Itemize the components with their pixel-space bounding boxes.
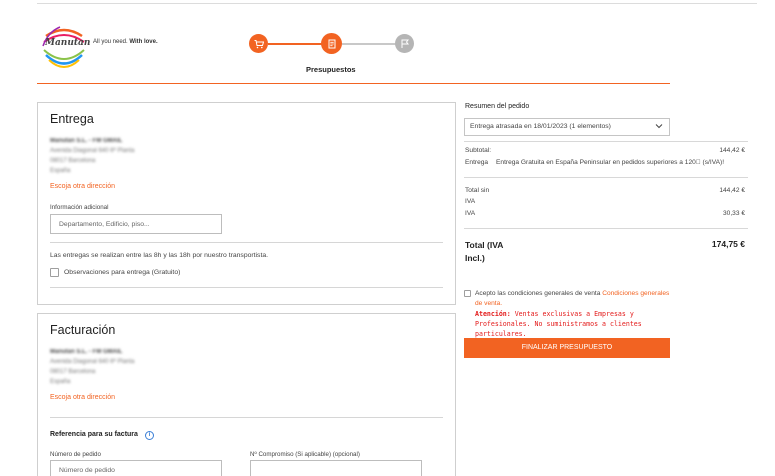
conditions-text: Acepto las condiciones generales de vent… — [475, 290, 670, 307]
total-value: 174,75 € — [711, 239, 745, 249]
info-icon[interactable]: i — [145, 431, 154, 440]
header-divider — [37, 83, 670, 84]
iva-label: IVA — [465, 198, 476, 205]
billing-title: Facturación — [50, 323, 116, 337]
summary-divider-2 — [464, 177, 748, 178]
billing-change-address-link[interactable]: Escoja otra dirección — [50, 394, 115, 401]
progress-line-done — [268, 43, 322, 45]
observations-checkbox[interactable] — [50, 268, 59, 277]
step-finish[interactable] — [395, 34, 414, 53]
flag-icon — [401, 39, 409, 48]
total-label: Total (IVA Incl.) — [465, 240, 504, 263]
delivery-note: Las entregas se realizan entre las 8h y … — [50, 252, 269, 259]
progress-line-pending — [342, 43, 396, 45]
logo-text: Manutan — [45, 38, 91, 48]
chevron-down-icon — [655, 124, 663, 129]
billing-divider — [50, 417, 443, 418]
delivery-value: Entrega Gratuita en España Peninsular en… — [496, 159, 725, 166]
delivery-title: Entrega — [50, 112, 94, 126]
delivery-label: Entrega — [465, 159, 489, 166]
order-number-input[interactable]: Número de pedido — [50, 460, 222, 476]
tagline: All you need. With love. — [93, 39, 158, 45]
delivery-change-address-link[interactable]: Escoja otra dirección — [50, 183, 115, 190]
additional-info-label: Información adicional — [50, 204, 109, 211]
step-label: Presupuestos — [306, 65, 356, 74]
billing-address: Manutan S.L. - FM GMAIL Avenida Diagonal… — [50, 349, 135, 385]
iva-label-2: IVA — [465, 210, 476, 217]
delivery-select[interactable]: Entrega atrasada en 18/01/2023 (1 elemen… — [464, 118, 670, 136]
finalize-quote-button[interactable]: FINALIZAR PRESUPUESTO — [464, 338, 670, 358]
cart-icon — [254, 39, 264, 48]
invoice-reference-label: Referencia para su factura — [50, 431, 138, 438]
summary-divider-3 — [464, 228, 748, 229]
total-sin-label: Total sin — [465, 187, 490, 194]
delivery-divider — [50, 242, 443, 243]
delivery-select-value: Entrega atrasada en 18/01/2023 (1 elemen… — [470, 123, 611, 130]
summary-title: Resumen del pedido — [465, 103, 530, 110]
commitment-label: Nº Compromiso (Si aplicable) (opcional) — [250, 451, 360, 458]
billing-panel: Facturación Manutan S.L. - FM GMAIL Aven… — [37, 313, 456, 476]
step-quote[interactable] — [321, 33, 342, 54]
document-icon — [328, 39, 335, 48]
top-rule — [37, 3, 757, 4]
summary-divider-1 — [464, 141, 748, 142]
delivery-panel: Entrega Manutan S.L. - FM GMAIL Avenida … — [37, 102, 456, 305]
commitment-input[interactable] — [250, 460, 422, 476]
delivery-address: Manutan S.L. - FM GMAIL Avenida Diagonal… — [50, 138, 135, 174]
step-cart[interactable] — [249, 34, 268, 53]
accept-conditions-checkbox[interactable] — [464, 290, 471, 297]
total-sin-value: 144,42 € — [719, 187, 745, 194]
additional-info-input[interactable]: Departamento, Edificio, piso... — [50, 214, 222, 234]
order-number-label: Número de pedido — [50, 451, 101, 458]
subtotal-value: 144,42 € — [719, 147, 745, 154]
delivery-divider-bottom — [50, 287, 443, 288]
subtotal-label: Subtotal: — [465, 147, 492, 154]
observations-label: Observaciones para entrega (Gratuito) — [64, 269, 181, 276]
warning-text: Atención: Ventas exclusivas a Empresas y… — [475, 310, 642, 338]
iva-value: 30,33 € — [723, 210, 745, 217]
